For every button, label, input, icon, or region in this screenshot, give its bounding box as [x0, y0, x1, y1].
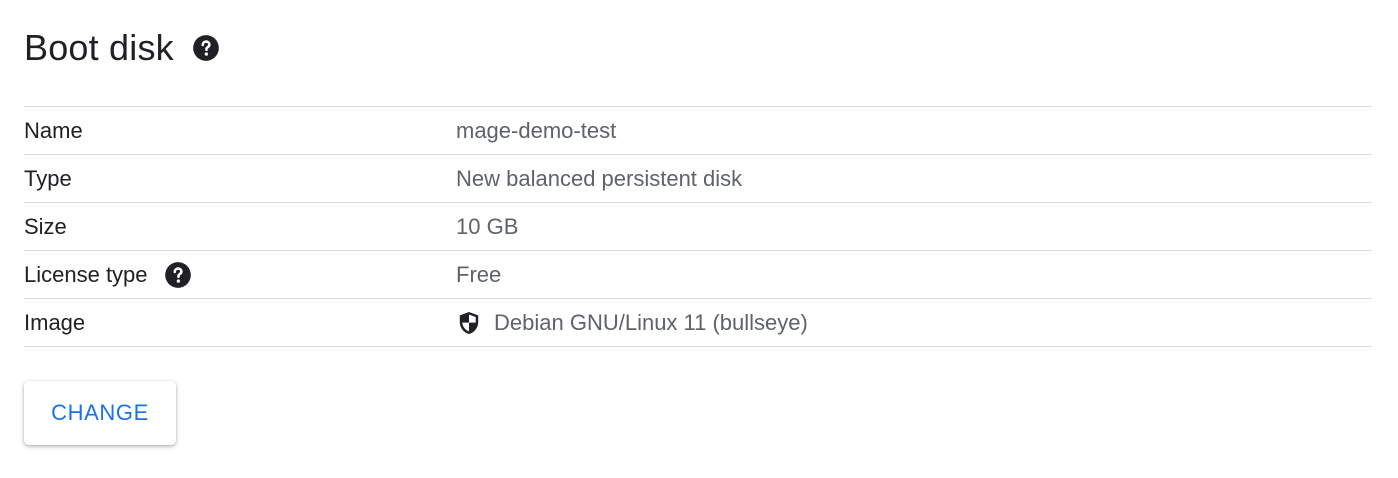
help-circle-icon[interactable]	[192, 34, 220, 62]
detail-row-type: Type New balanced persistent disk	[24, 155, 1372, 203]
row-label: Size	[24, 214, 67, 239]
row-value: New balanced persistent disk	[456, 166, 743, 191]
row-label-container: License type	[24, 251, 192, 298]
section-title: Boot disk	[24, 27, 174, 68]
row-label: Name	[24, 118, 83, 143]
detail-row-size: Size 10 GB	[24, 203, 1372, 251]
boot-disk-details-table: Name mage-demo-test Type New balanced pe…	[24, 106, 1372, 347]
detail-row-name: Name mage-demo-test	[24, 107, 1372, 155]
help-circle-icon[interactable]	[164, 261, 192, 289]
detail-row-image: Image Debian GNU/Linux 11 (bullseye)	[24, 299, 1372, 347]
row-value: Debian GNU/Linux 11 (bullseye)	[494, 310, 808, 335]
row-label: Type	[24, 166, 72, 191]
row-label: License type	[24, 262, 148, 287]
row-value: Free	[456, 262, 502, 287]
row-label: Image	[24, 310, 86, 335]
row-value-container: Debian GNU/Linux 11 (bullseye)	[456, 299, 808, 346]
row-value: mage-demo-test	[456, 118, 617, 143]
shield-icon	[456, 310, 482, 336]
section-header: Boot disk	[24, 26, 220, 70]
detail-row-license-type: License type Free	[24, 251, 1372, 299]
row-value: 10 GB	[456, 214, 519, 239]
change-button[interactable]: CHANGE	[24, 381, 176, 445]
